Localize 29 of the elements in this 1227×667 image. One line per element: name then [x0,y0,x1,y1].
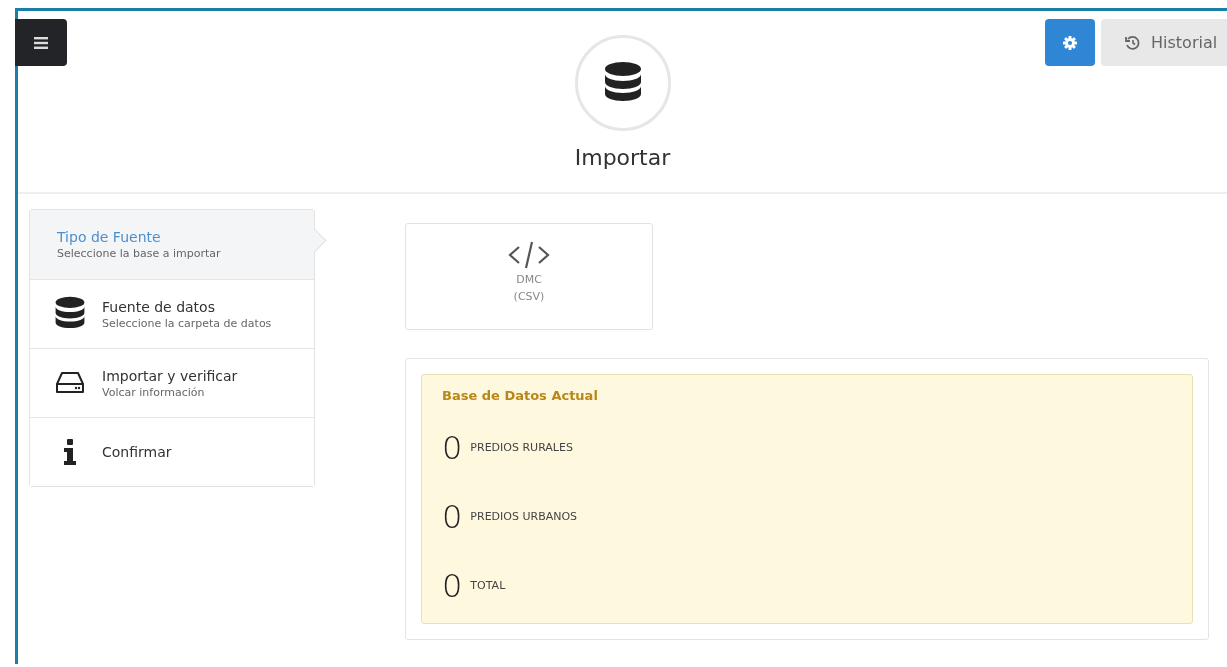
menu-button[interactable] [15,19,67,66]
source-format: (CSV) [513,289,545,304]
step-subtitle: Volcar información [102,385,206,399]
step-title: Tipo de Fuente [57,229,162,245]
step-title: Confirmar [102,444,172,460]
stat-label: PREDIOS RURALES [470,441,573,454]
settings-button[interactable] [1045,19,1095,66]
step-item[interactable]: Confirmar [30,417,314,486]
stat-label: TOTAL [470,579,506,592]
hard-drive-icon [56,371,84,395]
history-icon [1125,34,1141,51]
info-icon [63,439,77,465]
menu-icon [34,36,48,49]
step-subtitle: Seleccione la base a importar [57,247,221,260]
step-item[interactable]: Tipo de Fuente Seleccione la base a importar [30,210,314,279]
step-title: Fuente de datos [102,298,216,315]
settings-icon [1063,35,1077,50]
source-card[interactable]: DMC (CSV) [405,223,653,330]
history-button[interactable]: Historial [1101,19,1227,66]
step-subtitle: Seleccione la carpeta de datos [102,316,272,330]
stat-value: 0 [442,428,463,467]
code-icon [507,240,551,270]
stat-label: PREDIOS URBANOS [470,510,578,523]
page-title: Importar [574,145,671,170]
source-name: DMC [516,272,542,287]
step-title: Importar y verificar [102,367,238,384]
summary-title: Base de Datos Actual [442,388,599,403]
stat-value: 0 [442,566,463,605]
stat-value: 0 [442,497,463,536]
